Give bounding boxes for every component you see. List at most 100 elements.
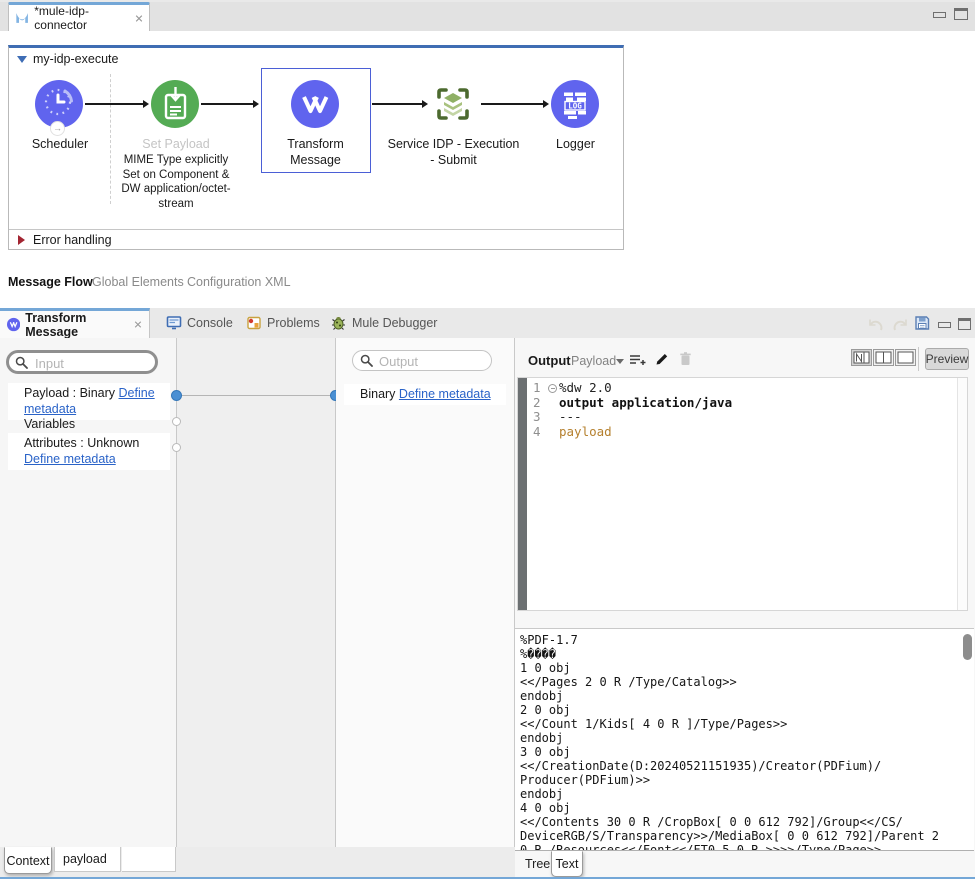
save-icon[interactable] xyxy=(913,314,931,332)
error-handling-section[interactable]: Error handling xyxy=(9,229,623,250)
transform-message-component[interactable] xyxy=(291,80,339,128)
flow-container: my-idp-execute → Scheduler xyxy=(8,45,624,250)
scrollbar-thumb[interactable] xyxy=(963,634,972,660)
toolbar-divider xyxy=(918,347,919,371)
close-icon[interactable] xyxy=(135,14,143,23)
mapping-port-variables[interactable] xyxy=(172,417,181,426)
logger-icon-text: LOG xyxy=(568,102,582,111)
connector-arrow xyxy=(372,103,422,105)
define-metadata-link[interactable]: Define metadata xyxy=(24,452,116,466)
minimize-panel-icon[interactable] xyxy=(938,322,951,328)
dataweave-script: 1 %dw 2.0 2 output application/java 3 --… xyxy=(527,381,957,439)
editor-tab-bar: *mule-idp-connector xyxy=(0,0,975,31)
tab-problems-label: Problems xyxy=(267,316,320,330)
editor-annotation-ruler xyxy=(518,378,527,610)
input-attributes-label: Attributes : Unknown xyxy=(24,436,139,450)
preview-line: <</CreationDate(D:20240521151935)/Creato… xyxy=(520,759,960,773)
undo-icon[interactable] xyxy=(866,317,886,332)
tab-mule-debugger[interactable]: Mule Debugger xyxy=(324,308,443,338)
expand-triangle-icon[interactable] xyxy=(18,235,25,245)
edit-pencil-icon[interactable] xyxy=(654,351,670,367)
tab-tree[interactable]: Tree xyxy=(525,857,550,871)
close-icon[interactable] xyxy=(134,320,142,329)
dataweave-icon xyxy=(291,80,339,128)
layout-combined-button[interactable] xyxy=(851,349,872,366)
add-target-icon[interactable] xyxy=(628,351,647,369)
error-handling-label: Error handling xyxy=(33,233,112,247)
input-search-input[interactable] xyxy=(33,353,153,373)
code-text: --- xyxy=(559,410,582,425)
collapse-triangle-icon[interactable] xyxy=(17,56,27,63)
tab-problems[interactable]: Problems xyxy=(240,308,326,338)
editor-tab-title: *mule-idp-connector xyxy=(34,4,130,32)
tab-mule-debugger-label: Mule Debugger xyxy=(352,316,437,330)
tab-transform-message[interactable]: Transform Message xyxy=(0,308,150,338)
input-attributes-row[interactable]: Attributes : Unknown Define metadata xyxy=(8,433,170,470)
dataweave-tab-icon xyxy=(7,317,20,332)
preview-line: 3 0 obj xyxy=(520,745,960,759)
input-variables-row[interactable]: Variables xyxy=(8,414,170,435)
fold-marker[interactable] xyxy=(547,381,559,396)
output-search-input[interactable] xyxy=(377,351,489,372)
chevron-down-icon[interactable] xyxy=(616,359,624,364)
preview-button[interactable]: Preview xyxy=(925,348,969,370)
preview-line: <</Contents 30 0 R /CropBox[ 0 0 612 792… xyxy=(520,815,960,829)
line-number: 1 xyxy=(527,381,547,396)
connector-arrow xyxy=(201,103,253,105)
connector-arrow xyxy=(85,103,143,105)
tab-spacer xyxy=(122,847,176,872)
input-tree-panel: Payload : Binary Define metadata Variabl… xyxy=(0,338,177,847)
tab-message-flow[interactable]: Message Flow xyxy=(8,275,93,289)
input-variables-label: Variables xyxy=(24,417,75,431)
minimize-icon[interactable] xyxy=(933,12,946,18)
preview-line: %PDF-1.7 xyxy=(520,633,960,647)
maximize-panel-icon[interactable] xyxy=(958,318,971,330)
flow-header[interactable]: my-idp-execute xyxy=(17,52,118,66)
preview-line: <</Count 1/Kids[ 4 0 R ]/Type/Pages>> xyxy=(520,717,960,731)
tab-global-elements[interactable]: Global Elements xyxy=(92,275,184,289)
logger-icon: LOG xyxy=(551,80,599,128)
tab-payload[interactable]: payload xyxy=(54,847,121,872)
preview-line: endobj xyxy=(520,689,960,703)
bottom-panel-tab-bar: Transform Message Console Problems xyxy=(0,308,975,339)
layout-columns-button[interactable] xyxy=(873,349,894,366)
preview-button-label: Preview xyxy=(926,352,969,366)
output-binary-label: Binary xyxy=(360,387,395,401)
problems-icon xyxy=(246,315,262,331)
input-search-box[interactable] xyxy=(6,350,158,374)
editor-tab-mule-idp-connector[interactable]: *mule-idp-connector xyxy=(8,2,150,31)
preview-line: endobj xyxy=(520,787,960,801)
scheduler-flow-badge: → xyxy=(50,121,65,136)
maximize-icon[interactable] xyxy=(954,8,968,20)
tab-console[interactable]: Console xyxy=(160,308,239,338)
output-binary-row[interactable]: Binary Define metadata xyxy=(344,384,506,405)
connector-arrow xyxy=(481,103,543,105)
logger-component[interactable]: LOG xyxy=(551,80,599,128)
output-search-box[interactable] xyxy=(352,350,492,371)
redo-icon[interactable] xyxy=(890,317,910,332)
delete-trash-icon[interactable] xyxy=(678,351,693,367)
payload-target-selector[interactable]: Payload xyxy=(571,354,616,368)
tab-text[interactable]: Text xyxy=(551,851,583,877)
mapping-port-attributes[interactable] xyxy=(172,443,181,452)
define-metadata-link[interactable]: Define metadata xyxy=(399,387,491,401)
tab-context-label: Context xyxy=(6,854,49,868)
service-idp-component[interactable] xyxy=(429,80,477,128)
console-icon xyxy=(166,315,182,331)
mapping-port-payload-input[interactable] xyxy=(171,390,182,401)
code-text: output application/java xyxy=(559,396,732,411)
scheduler-label: Scheduler xyxy=(14,137,106,153)
set-payload-caption: MIME Type explicitly Set on Component & … xyxy=(115,153,237,211)
set-payload-component[interactable] xyxy=(151,80,199,128)
tab-text-label: Text xyxy=(556,857,579,871)
set-payload-document-icon xyxy=(151,80,199,128)
dataweave-code-editor[interactable]: 1 %dw 2.0 2 output application/java 3 --… xyxy=(517,377,968,611)
script-panel: Output Payload xyxy=(515,338,975,879)
layout-single-button[interactable] xyxy=(895,349,916,366)
collapse-icon[interactable] xyxy=(548,384,557,393)
mapping-connection-line xyxy=(177,395,336,396)
tab-configuration-xml[interactable]: Configuration XML xyxy=(187,275,291,289)
arrow-right-icon: → xyxy=(53,124,62,133)
tab-context[interactable]: Context xyxy=(4,847,52,874)
preview-output-pane[interactable]: %PDF-1.7%����1 0 obj<</Pages 2 0 R /Type… xyxy=(515,628,974,851)
